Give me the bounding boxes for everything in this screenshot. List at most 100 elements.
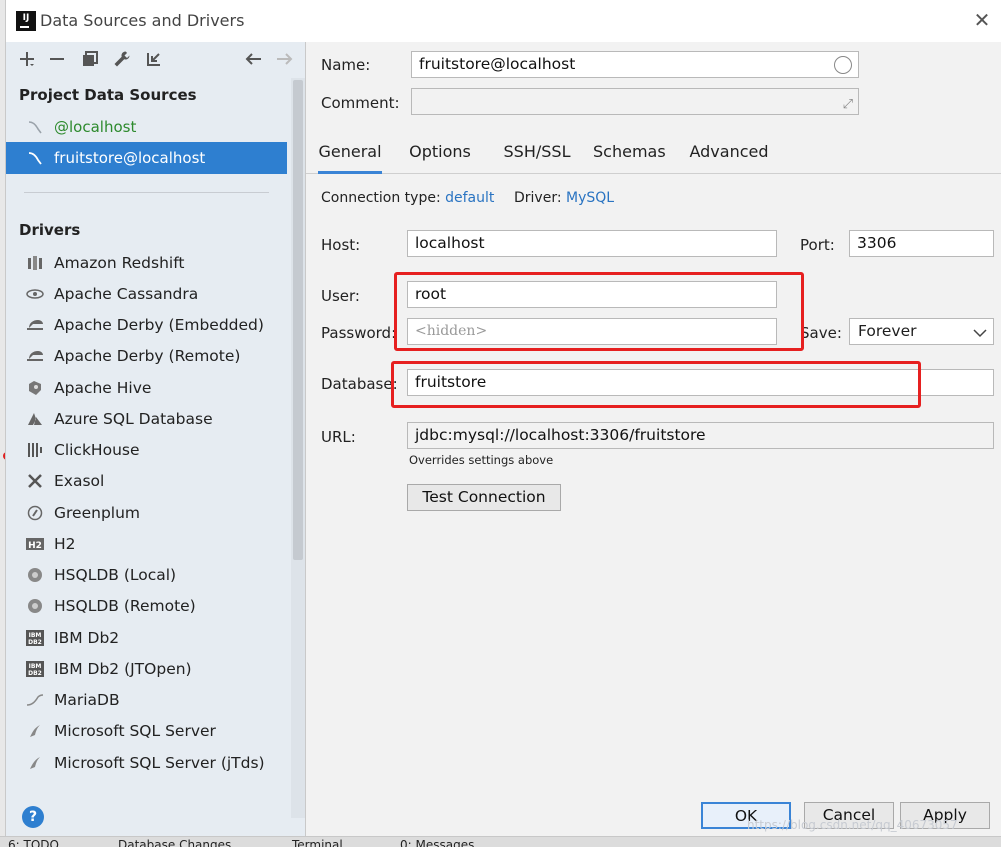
driver-mariadb[interactable]: MariaDB: [6, 684, 287, 715]
driver-apache-hive[interactable]: Apache Hive: [6, 372, 287, 403]
database-input[interactable]: fruitstore: [407, 369, 994, 396]
watermark: https://blog.csdn.net/qq_40673057: [747, 818, 958, 832]
connection-type-label: Connection type:: [321, 190, 441, 206]
remove-icon[interactable]: [46, 48, 68, 70]
tab-options[interactable]: Options: [406, 134, 474, 174]
statusbar-item[interactable]: Database Changes: [118, 839, 231, 847]
driver-azure-sql[interactable]: Azure SQL Database: [6, 403, 287, 434]
right-panel: Name: fruitstore@localhost Comment: ⤢ Ge…: [306, 42, 1001, 836]
mssql-icon: [26, 722, 44, 740]
tab-general[interactable]: General: [318, 134, 382, 174]
tab-advanced[interactable]: Advanced: [689, 134, 769, 174]
save-dropdown[interactable]: Forever: [849, 318, 994, 345]
port-label: Port:: [800, 236, 835, 254]
name-input[interactable]: fruitstore@localhost: [411, 51, 859, 78]
svg-text:IBM: IBM: [29, 663, 42, 670]
driver-mssql-jtds[interactable]: Microsoft SQL Server (jTds): [6, 747, 287, 778]
title-bar: IJ Data Sources and Drivers ✕: [6, 0, 1001, 42]
driver-label: Apache Hive: [54, 378, 152, 397]
mysql-icon: [26, 149, 44, 167]
driver-label: ClickHouse: [54, 440, 140, 459]
driver-label: Microsoft SQL Server: [54, 721, 216, 740]
save-value: Forever: [858, 322, 917, 340]
duplicate-icon[interactable]: [79, 48, 101, 70]
driver-label: Exasol: [54, 471, 105, 490]
driver-hsqldb-remote[interactable]: HSQLDB (Remote): [6, 590, 287, 621]
url-label: URL:: [321, 428, 356, 446]
forward-arrow-icon[interactable]: [274, 48, 296, 70]
scrollbar-thumb[interactable]: [293, 80, 303, 560]
statusbar-item[interactable]: Terminal: [292, 839, 343, 847]
driver-label: Microsoft SQL Server (jTds): [54, 753, 265, 772]
driver-hsqldb-local[interactable]: HSQLDB (Local): [6, 559, 287, 590]
database-label: Database:: [321, 375, 398, 393]
greenplum-icon: [26, 504, 44, 522]
url-input[interactable]: jdbc:mysql://localhost:3306/fruitstore: [407, 422, 994, 449]
clickhouse-icon: [26, 441, 44, 459]
driver-clickhouse[interactable]: ClickHouse: [6, 434, 287, 465]
driver-mssql[interactable]: Microsoft SQL Server: [6, 715, 287, 746]
driver-apache-derby-embedded[interactable]: Apache Derby (Embedded): [6, 309, 287, 340]
host-label: Host:: [321, 236, 361, 254]
data-source-label: fruitstore@localhost: [54, 149, 206, 167]
derby-icon: [26, 316, 44, 334]
data-source-fruitstore[interactable]: fruitstore@localhost: [6, 142, 287, 174]
save-label: Save:: [800, 324, 842, 342]
ibm-db2-icon: IBM DB2: [26, 629, 44, 647]
driver-apache-derby-remote[interactable]: Apache Derby (Remote): [6, 340, 287, 371]
add-icon[interactable]: [16, 48, 38, 70]
h2-icon: H2: [26, 535, 44, 553]
hsqldb-icon: [26, 566, 44, 584]
driver-label: Apache Cassandra: [54, 284, 199, 303]
test-connection-button[interactable]: Test Connection: [407, 484, 561, 511]
driver-row: Driver: MySQL: [514, 190, 614, 206]
svg-text:DB2: DB2: [28, 670, 42, 677]
driver-ibm-db2[interactable]: IBM DB2 IBM Db2: [6, 622, 287, 653]
comment-label: Comment:: [321, 94, 400, 112]
help-icon[interactable]: ?: [22, 806, 44, 828]
connection-type-link[interactable]: default: [445, 190, 494, 206]
host-input[interactable]: localhost: [407, 230, 777, 257]
driver-apache-cassandra[interactable]: Apache Cassandra: [6, 278, 287, 309]
back-arrow-icon[interactable]: [242, 48, 264, 70]
password-label: Password:: [321, 324, 397, 342]
exasol-icon: [26, 472, 44, 490]
tab-ssh-ssl[interactable]: SSH/SSL: [498, 134, 576, 174]
user-label: User:: [321, 287, 360, 305]
statusbar-item[interactable]: 6: TODO: [8, 839, 59, 847]
move-to-project-icon[interactable]: [143, 48, 165, 70]
driver-label: IBM Db2: [54, 628, 120, 647]
tab-schemas[interactable]: Schemas: [593, 134, 666, 174]
intellij-app-icon: IJ: [16, 11, 36, 31]
driver-label: MariaDB: [54, 690, 120, 709]
driver-link[interactable]: MySQL: [566, 190, 614, 206]
driver-exasol[interactable]: Exasol: [6, 465, 287, 496]
driver-amazon-redshift[interactable]: Amazon Redshift: [6, 247, 287, 278]
close-icon[interactable]: ✕: [970, 8, 994, 32]
expand-icon[interactable]: ⤢: [843, 92, 853, 114]
data-source-label: @localhost: [54, 118, 137, 136]
password-input[interactable]: <hidden>: [407, 318, 777, 345]
cassandra-icon: [26, 285, 44, 303]
driver-label: H2: [54, 534, 76, 553]
user-input[interactable]: root: [407, 281, 777, 308]
azure-icon: [26, 410, 44, 428]
driver-greenplum[interactable]: Greenplum: [6, 497, 287, 528]
comment-input[interactable]: ⤢: [411, 88, 859, 115]
svg-text:DB2: DB2: [28, 639, 42, 646]
redshift-icon: [26, 254, 44, 272]
driver-label: Driver:: [514, 190, 562, 206]
port-input[interactable]: 3306: [849, 230, 994, 257]
hsqldb-icon: [26, 597, 44, 615]
statusbar-item[interactable]: 0: Messages: [400, 839, 474, 847]
wrench-icon[interactable]: [111, 48, 133, 70]
driver-h2[interactable]: H2 H2: [6, 528, 287, 559]
svg-text:IBM: IBM: [29, 632, 42, 639]
driver-ibm-db2-jtopen[interactable]: IBM DB2 IBM Db2 (JTOpen): [6, 653, 287, 684]
data-sources-dialog: IJ Data Sources and Drivers ✕ Project Da…: [5, 0, 1001, 836]
color-picker-icon[interactable]: [834, 56, 852, 74]
driver-label: IBM Db2 (JTOpen): [54, 659, 192, 678]
window-title: Data Sources and Drivers: [40, 11, 245, 30]
data-source-localhost[interactable]: @localhost: [6, 111, 287, 143]
driver-label: HSQLDB (Remote): [54, 596, 196, 615]
